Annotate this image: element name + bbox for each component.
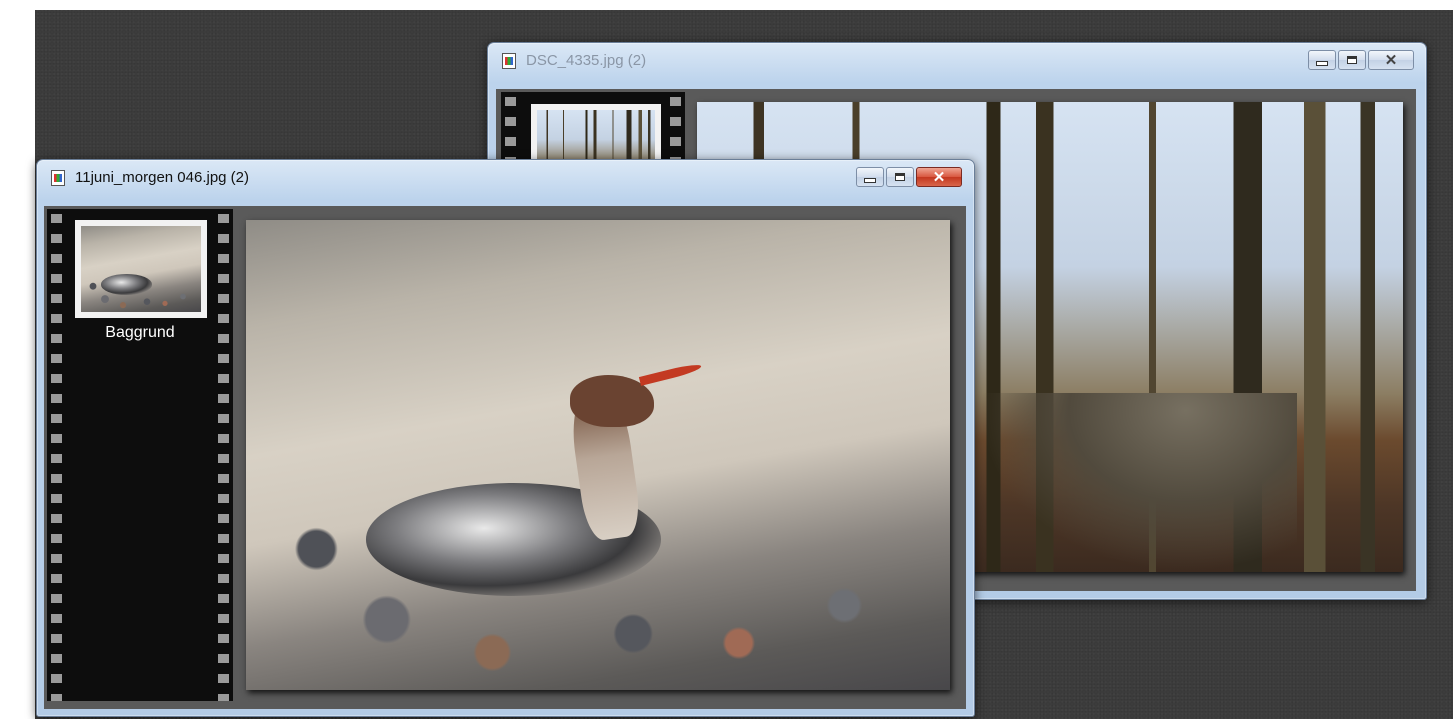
window-controls: ✕ bbox=[1308, 50, 1414, 72]
layer-filmstrip[interactable]: Baggrund bbox=[47, 209, 233, 701]
film-perforations-left bbox=[51, 209, 62, 701]
layer-thumbnail-image bbox=[81, 226, 201, 312]
maximize-icon bbox=[895, 173, 905, 181]
minimize-icon bbox=[1316, 60, 1328, 66]
forest-path bbox=[979, 393, 1298, 572]
close-button[interactable]: ✕ bbox=[1368, 50, 1414, 70]
minimize-icon bbox=[864, 177, 876, 183]
close-button[interactable]: ✕ bbox=[916, 167, 962, 187]
left-edge bbox=[0, 0, 35, 719]
maximize-button[interactable] bbox=[1338, 50, 1366, 70]
image-document-icon bbox=[502, 53, 516, 69]
window-titlebar[interactable]: 11juni_morgen 046.jpg (2) ✕ bbox=[37, 160, 974, 194]
maximize-icon bbox=[1347, 56, 1357, 64]
layer-thumbnail[interactable] bbox=[75, 220, 207, 318]
maximize-button[interactable] bbox=[886, 167, 914, 187]
layer-label[interactable]: Baggrund bbox=[47, 324, 233, 342]
image-window-11juni-morgen[interactable]: 11juni_morgen 046.jpg (2) ✕ Baggrund bbox=[36, 159, 975, 717]
image-canvas[interactable] bbox=[246, 220, 950, 690]
thumbnail-bird bbox=[101, 274, 152, 295]
window-title: 11juni_morgen 046.jpg (2) bbox=[75, 169, 250, 186]
window-client-area: Baggrund bbox=[44, 206, 966, 709]
top-edge bbox=[0, 0, 1453, 10]
window-controls: ✕ bbox=[856, 167, 962, 189]
minimize-button[interactable] bbox=[856, 167, 884, 187]
minimize-button[interactable] bbox=[1308, 50, 1336, 70]
film-perforations-right bbox=[218, 209, 229, 701]
image-document-icon bbox=[51, 170, 65, 186]
window-titlebar[interactable]: DSC_4335.jpg (2) ✕ bbox=[488, 43, 1426, 77]
close-icon: ✕ bbox=[932, 168, 946, 186]
window-title: DSC_4335.jpg (2) bbox=[526, 52, 647, 69]
close-icon: ✕ bbox=[1384, 51, 1398, 69]
bird-beak bbox=[639, 362, 703, 387]
